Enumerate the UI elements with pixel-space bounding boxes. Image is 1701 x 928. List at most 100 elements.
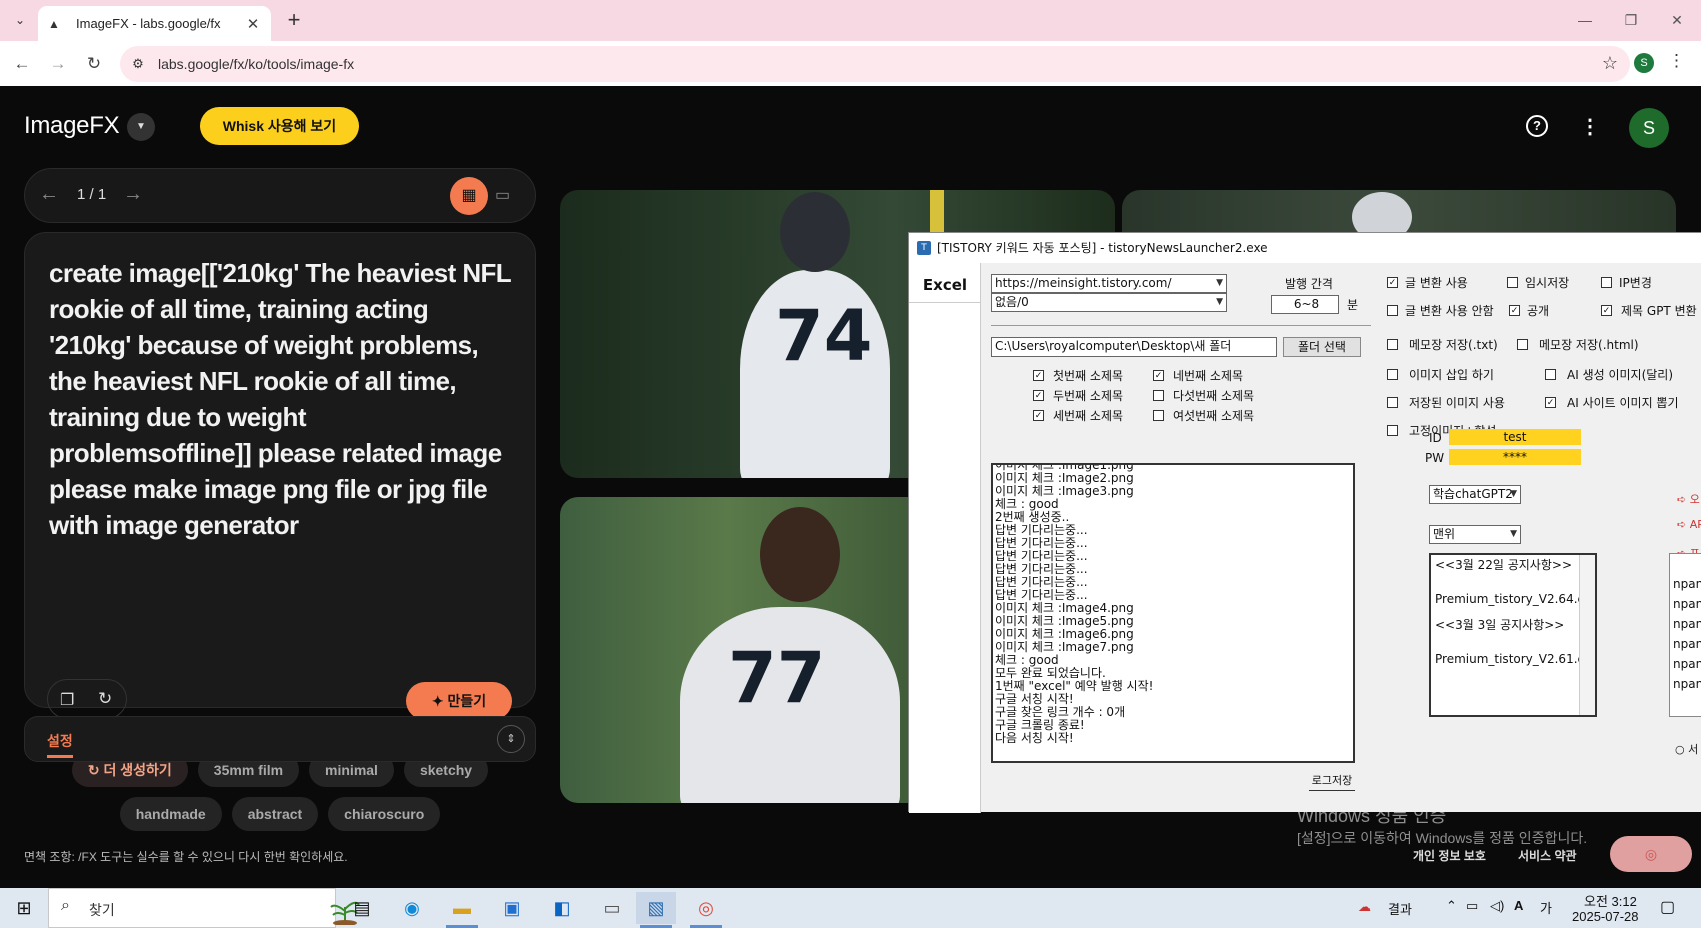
ip-change-checkbox[interactable] — [1601, 277, 1612, 288]
create-button[interactable]: ✦ 만들기 — [406, 682, 512, 720]
browser-menu-icon[interactable]: ⋮ — [1668, 51, 1685, 71]
volume-icon[interactable]: ◁) — [1490, 898, 1504, 914]
new-tab-button[interactable]: + — [280, 6, 308, 34]
browser-tab[interactable]: ▲ ImageFX - labs.google/fx ✕ — [38, 6, 271, 41]
whisk-button[interactable]: Whisk 사용해 보기 — [200, 107, 359, 145]
forward-icon[interactable]: → — [44, 50, 72, 78]
chip-handmade[interactable]: handmade — [119, 797, 222, 831]
public-checkbox[interactable]: ✓ — [1509, 305, 1520, 316]
side-link-1[interactable]: ➪ 오 — [1677, 491, 1700, 507]
ime-mode[interactable]: A — [1514, 898, 1523, 913]
store-icon[interactable]: ▣ — [492, 892, 532, 924]
more-options-icon[interactable]: ⋮ — [1580, 114, 1600, 139]
notice-scrollbar[interactable] — [1579, 555, 1595, 715]
side-item[interactable]: npan — [1670, 634, 1701, 654]
side-item[interactable]: npan — [1670, 574, 1701, 594]
side-item[interactable]: npan — [1670, 654, 1701, 674]
reload-icon[interactable]: ↻ — [80, 50, 108, 78]
grid-view-icon[interactable]: ▦ — [450, 177, 488, 215]
folder-select-button[interactable]: 폴더 선택 — [1283, 337, 1361, 357]
notice-item[interactable]: Premium_tistory_V2.61.exe — [1431, 649, 1595, 669]
edge-icon[interactable]: ◉ — [392, 892, 432, 924]
weather-text[interactable]: 결과 — [1388, 899, 1412, 918]
ai-dalle-checkbox[interactable] — [1545, 369, 1556, 380]
log-output[interactable]: 이미지 체크 :Image1.png 이미지 체크 :Image2.png 이미지 … — [991, 463, 1355, 763]
close-tab-icon[interactable]: ✕ — [245, 15, 261, 33]
folder-path-input[interactable]: C:\Users\royalcomputer\Desktop\새 폴더 — [991, 337, 1277, 357]
ai-site-image-checkbox[interactable]: ✓ — [1545, 397, 1556, 408]
insert-image-checkbox[interactable] — [1387, 369, 1398, 380]
subtitle-2-checkbox[interactable]: ✓ — [1033, 390, 1044, 401]
category-select[interactable]: 없음/0 ▼ — [991, 293, 1227, 312]
language-indicator[interactable]: 가 — [1540, 898, 1552, 917]
address-bar[interactable]: ⚙ labs.google/fx/ko/tools/image-fx ☆ — [120, 46, 1630, 82]
privacy-link[interactable]: 개인 정보 보호 — [1413, 847, 1486, 864]
refresh-icon[interactable]: ↻ — [98, 689, 112, 709]
subtitle-3-checkbox[interactable]: ✓ — [1033, 410, 1044, 421]
no-convert-checkbox[interactable] — [1387, 305, 1398, 316]
model-select[interactable]: 학습chatGPT2 ▼ — [1429, 485, 1521, 504]
subtitle-1-checkbox[interactable]: ✓ — [1033, 370, 1044, 381]
subtitle-6-checkbox[interactable] — [1153, 410, 1164, 421]
outlook-icon[interactable]: ◧ — [542, 892, 582, 924]
memo-html-checkbox[interactable] — [1517, 339, 1528, 350]
interval-input[interactable]: 6~8 — [1271, 295, 1339, 314]
saved-image-checkbox[interactable] — [1387, 397, 1398, 408]
taskbar-search[interactable]: ⌕ 찾기 — [48, 888, 360, 928]
app-switcher-chevron-icon[interactable]: ▼ — [127, 113, 155, 141]
minimize-button[interactable]: — — [1565, 6, 1605, 34]
terms-link[interactable]: 서비스 약관 — [1518, 847, 1577, 864]
notice-item[interactable]: Premium_tistory_V2.64.exe — [1431, 589, 1595, 609]
clock-time[interactable]: 오전 3:12 — [1584, 891, 1637, 910]
back-icon[interactable]: ← — [8, 50, 36, 78]
feedback-button[interactable]: ◎ — [1610, 836, 1692, 872]
side-item[interactable]: npan — [1670, 674, 1701, 694]
network-icon[interactable]: ▭ — [1466, 898, 1478, 914]
bookmark-star-icon[interactable]: ☆ — [1602, 53, 1618, 74]
user-avatar[interactable]: S — [1629, 108, 1669, 148]
profile-avatar[interactable]: S — [1634, 53, 1654, 73]
chip-abstract[interactable]: abstract — [231, 797, 319, 831]
side-item[interactable]: npan — [1670, 594, 1701, 614]
subtitle-5-checkbox[interactable] — [1153, 390, 1164, 401]
excel-tab[interactable]: Excel — [909, 267, 981, 303]
task-view-icon[interactable]: ▤ — [342, 892, 382, 924]
notification-icon[interactable]: ▢ — [1660, 897, 1675, 917]
tray-chevron-icon[interactable]: ⌃ — [1446, 898, 1457, 914]
pw-field[interactable]: **** — [1449, 449, 1581, 465]
weather-icon[interactable]: ☁ — [1358, 899, 1371, 915]
text-convert-checkbox[interactable]: ✓ — [1387, 277, 1398, 288]
notice-item[interactable]: <<3월 22일 공지사항>> — [1431, 555, 1595, 575]
blog-url-select[interactable]: https://meinsight.tistory.com/ ▼ — [991, 274, 1227, 293]
help-icon[interactable]: ? — [1526, 115, 1548, 137]
title-gpt-checkbox[interactable]: ✓ — [1601, 305, 1612, 316]
position-select[interactable]: 맨위 ▼ — [1429, 525, 1521, 544]
single-view-icon[interactable]: ▭ — [495, 185, 510, 205]
imagefx-logo[interactable]: ImageFX — [24, 112, 120, 140]
side-list[interactable]: npan npan npan npan npan npan — [1669, 553, 1701, 717]
file-explorer-icon[interactable]: ▬ — [442, 892, 482, 924]
tab-search-icon[interactable]: ⌄ — [8, 8, 32, 32]
side-link-2[interactable]: ➪ AP — [1677, 518, 1701, 531]
notice-item[interactable]: <<3월 3일 공지사항>> — [1431, 615, 1595, 635]
copy-icon[interactable]: ❐ — [60, 690, 74, 710]
id-field[interactable]: test — [1449, 429, 1581, 445]
memo-txt-checkbox[interactable] — [1387, 339, 1398, 350]
settings-panel[interactable]: 설정 ⇕ — [24, 716, 536, 762]
previous-arrow-icon[interactable]: ← — [39, 183, 59, 206]
side-radio[interactable]: ○ 서 — [1675, 741, 1698, 757]
notice-list[interactable]: <<3월 22일 공지사항>> Premium_tistory_V2.64.ex… — [1429, 553, 1597, 717]
tistory-taskbar-icon[interactable]: ▧ — [636, 892, 676, 924]
start-windows-icon[interactable]: ⊞ — [4, 892, 44, 924]
fixed-image-checkbox[interactable] — [1387, 425, 1398, 436]
app-window-icon[interactable]: ▭ — [592, 892, 632, 924]
log-save-button[interactable]: 로그저장 — [1309, 773, 1355, 791]
chrome-icon[interactable]: ◎ — [686, 892, 726, 924]
prompt-text[interactable]: create image[['210kg' The heaviest NFL r… — [49, 255, 514, 543]
expand-toggle-icon[interactable]: ⇕ — [497, 725, 525, 753]
subtitle-4-checkbox[interactable]: ✓ — [1153, 370, 1164, 381]
clock-date[interactable]: 2025-07-28 — [1572, 909, 1639, 924]
chip-chiaroscuro[interactable]: chiaroscuro — [328, 797, 441, 831]
site-info-icon[interactable]: ⚙ — [128, 54, 148, 74]
draft-save-checkbox[interactable] — [1507, 277, 1518, 288]
